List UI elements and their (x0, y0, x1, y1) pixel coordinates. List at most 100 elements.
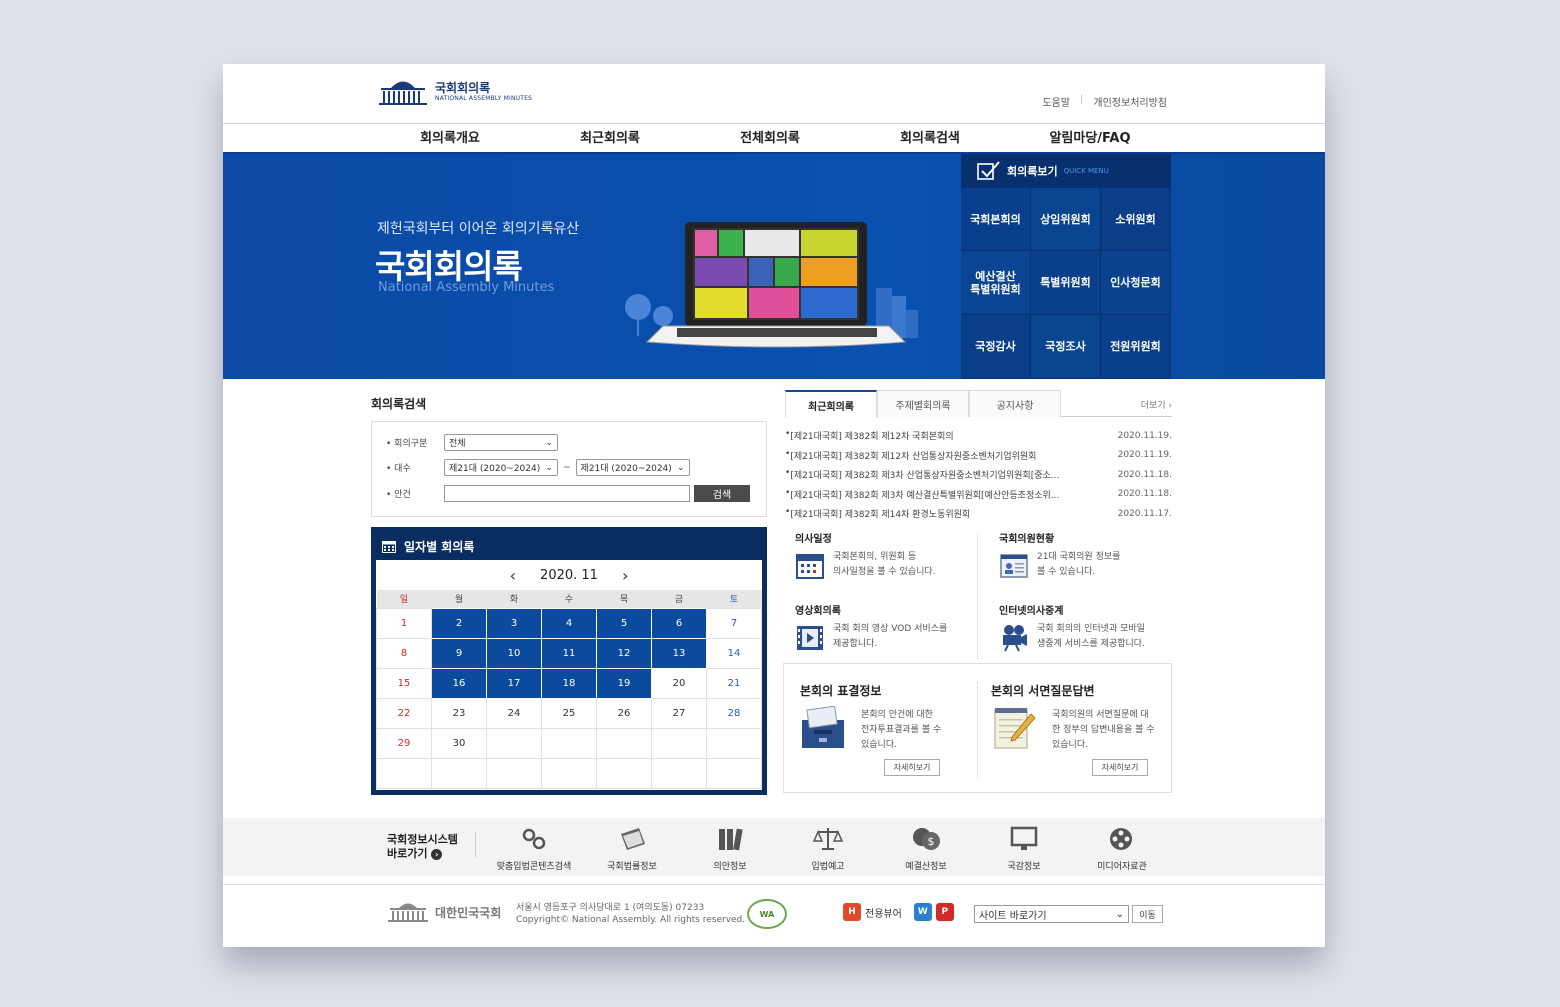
link-legislative-notice[interactable]: 입법예고 (779, 824, 877, 872)
calendar-day[interactable]: 22 (376, 697, 432, 729)
calendar-day[interactable]: 14 (706, 637, 762, 669)
news-item[interactable]: • [제21대국회] 제382회 제12차 국회본회의 2020.11.19. (785, 426, 1172, 446)
link-budget-info[interactable]: $ 예결산정보 (877, 824, 975, 872)
svg-text:$: $ (928, 835, 935, 848)
calendar-day[interactable]: 11 (541, 637, 597, 669)
hero-banner: 제헌국회부터 이어온 회의기록유산 국회회의록 National Assembl… (223, 154, 1325, 379)
news-item[interactable]: • [제21대국회] 제382회 제3차 예산결산특별위원회[예산안등조정소위.… (785, 485, 1172, 505)
nav-item-search[interactable]: 회의록검색 (850, 124, 1010, 154)
help-link[interactable]: 도움말 (1042, 94, 1070, 109)
go-button[interactable]: 이동 (1132, 905, 1163, 923)
prev-month-icon[interactable]: ‹ (510, 566, 516, 585)
info-box-desc: 국회의원의 서면질문에 대한 정부의 답변내용을 볼 수 있습니다. (1052, 710, 1155, 750)
link-bill-info[interactable]: 의안정보 (681, 824, 779, 872)
pdf-viewer-icon[interactable]: P (935, 903, 954, 921)
search-button[interactable]: 검색 (694, 485, 750, 502)
calendar-day[interactable]: 29 (376, 727, 432, 759)
calendar-day[interactable]: 5 (596, 607, 652, 639)
nav-item-notice-faq[interactable]: 알림마당/FAQ (1010, 124, 1170, 154)
nav-item-overview[interactable]: 회의록개요 (370, 124, 530, 154)
assembly-building-icon (388, 903, 428, 922)
nav-item-all[interactable]: 전체회의록 (690, 124, 850, 154)
service-video-minutes[interactable]: 영상회의록 국회 회의 영상 VOD 서비스를 제공합니다. (795, 602, 975, 662)
calendar-empty-cell (596, 757, 652, 789)
tab-topic-minutes[interactable]: 주제별회의록 (877, 390, 969, 417)
quick-item-subcommittee[interactable]: 소위원회 (1101, 188, 1171, 251)
quick-item-special-committee[interactable]: 특별위원회 (1031, 251, 1101, 315)
quick-item-plenary[interactable]: 국회본회의 (961, 188, 1031, 251)
calendar-day[interactable]: 23 (431, 697, 487, 729)
viewer-downloads: H 전용뷰어 W P (843, 903, 954, 921)
quick-item-standing-committee[interactable]: 상임위원회 (1031, 188, 1101, 251)
calendar-day[interactable]: 9 (431, 637, 487, 669)
calendar-day[interactable]: 2 (431, 607, 487, 639)
hwp-viewer-icon[interactable]: H (843, 903, 861, 921)
nav-item-recent[interactable]: 최근회의록 (530, 124, 690, 154)
calendar-empty-cell (541, 757, 597, 789)
term-from-select[interactable]: 제21대 (2020~2024) ⌄ (444, 459, 558, 476)
calendar-day[interactable]: 10 (486, 637, 542, 669)
link-law-info[interactable]: 국회법률정보 (583, 824, 681, 872)
next-month-icon[interactable]: › (622, 566, 628, 585)
quick-item-investigation[interactable]: 국정조사 (1031, 315, 1101, 379)
more-link[interactable]: 더보기 › (1141, 398, 1172, 411)
site-logo[interactable]: 국회회의록 NATIONAL ASSEMBLY MINUTES (377, 77, 532, 107)
calendar-day[interactable]: 20 (651, 667, 707, 699)
term-to-select[interactable]: 제21대 (2020~2024) ⌄ (575, 459, 690, 476)
calendar-day[interactable]: 24 (486, 697, 542, 729)
search-form: • 회의구분 전체 ⌄ • 대수 제21대 (2020~2024) ⌄ ~ 제21대… (371, 421, 767, 517)
calendar-day[interactable]: 3 (486, 607, 542, 639)
notepad-pencil-icon (994, 708, 1036, 749)
agenda-input[interactable] (444, 485, 690, 502)
written-qa-details-button[interactable]: 자세히보기 (1092, 759, 1148, 776)
calendar-day[interactable]: 7 (706, 607, 762, 639)
divider: | (1080, 94, 1084, 105)
calendar-day[interactable]: 8 (376, 637, 432, 669)
news-item[interactable]: • [제21대국회] 제382회 제3차 산업통상자원중소벤처기업위원회[중소.… (785, 465, 1172, 485)
calendar-day[interactable]: 6 (651, 607, 707, 639)
news-item[interactable]: • [제21대국회] 제382회 제12차 산업통상자원중소벤처기업위원회 202… (785, 446, 1172, 466)
footer-address: 서울시 영등포구 의사당대로 1 (여의도동) 07233 Copyright©… (516, 903, 746, 925)
calendar-empty-cell (376, 757, 432, 789)
calendar-day[interactable]: 25 (541, 697, 597, 729)
calendar-day[interactable]: 16 (431, 667, 487, 699)
arrow-circle-icon: › (431, 849, 443, 860)
service-live-broadcast[interactable]: 인터넷의사중계 국회 회의의 인터넷과 모바일 생중계 서비스를 제공합니다. (999, 602, 1179, 662)
calendar-day[interactable]: 27 (651, 697, 707, 729)
calendar-day[interactable]: 18 (541, 667, 597, 699)
tab-notices[interactable]: 공지사항 (969, 390, 1061, 417)
calendar-day[interactable]: 19 (596, 667, 652, 699)
quick-item-whole-committee[interactable]: 전원위원회 (1101, 315, 1171, 379)
calendar-day[interactable]: 4 (541, 607, 597, 639)
calendar-day[interactable]: 12 (596, 637, 652, 669)
calendar-day[interactable]: 17 (486, 667, 542, 699)
calendar-day[interactable]: 26 (596, 697, 652, 729)
quick-item-budget-committee[interactable]: 예산결산 특별위원회 (961, 251, 1031, 315)
link-label: 국회법률정보 (607, 862, 657, 872)
calendar-day[interactable]: 30 (431, 727, 487, 759)
privacy-policy-link[interactable]: 개인정보처리방침 (1093, 94, 1167, 109)
vote-details-button[interactable]: 자세히보기 (884, 759, 940, 776)
calendar-day[interactable]: 13 (651, 637, 707, 669)
calendar-day[interactable]: 21 (706, 667, 762, 699)
news-title: [제21대국회] 제382회 제3차 예산결산특별위원회[예산안등조정소위... (790, 490, 1060, 501)
calendar-day[interactable]: 1 (376, 607, 432, 639)
link-media-archive[interactable]: 미디어자료관 (1073, 824, 1171, 872)
link-audit-info[interactable]: 국감정보 (975, 824, 1073, 872)
word-viewer-icon[interactable]: W (913, 903, 932, 921)
calendar-header: 일자별 회의록 (376, 532, 762, 560)
quick-item-confirmation-hearing[interactable]: 인사청문회 (1101, 251, 1171, 315)
quick-menu-title-en: QUICK MENU (1063, 167, 1109, 175)
quick-item-audit[interactable]: 국정감사 (961, 315, 1031, 379)
calendar-day[interactable]: 15 (376, 667, 432, 699)
type-select[interactable]: 전체 ⌄ (444, 434, 558, 451)
service-members[interactable]: 국회의원현황 21대 국회의원 정보를 볼 수 있습니다. (999, 530, 1179, 590)
service-schedule[interactable]: 의사일정 국회본회의, 위원회 등 의사일정을 볼 수 있습니다. (795, 530, 975, 590)
month-navigation: ‹ 2020. 11 › (376, 560, 762, 590)
site-shortcut-select[interactable]: 사이트 바로가기 ⌄ (974, 905, 1129, 923)
film-icon (797, 626, 823, 650)
news-item[interactable]: • [제21대국회] 제382회 제14차 환경노동위원회 2020.11.17. (785, 504, 1172, 524)
link-legislative-content-search[interactable]: 맞춤입법콘텐츠검색 (485, 824, 583, 872)
calendar-day[interactable]: 28 (706, 697, 762, 729)
tab-recent-minutes[interactable]: 최근회의록 (785, 390, 877, 418)
